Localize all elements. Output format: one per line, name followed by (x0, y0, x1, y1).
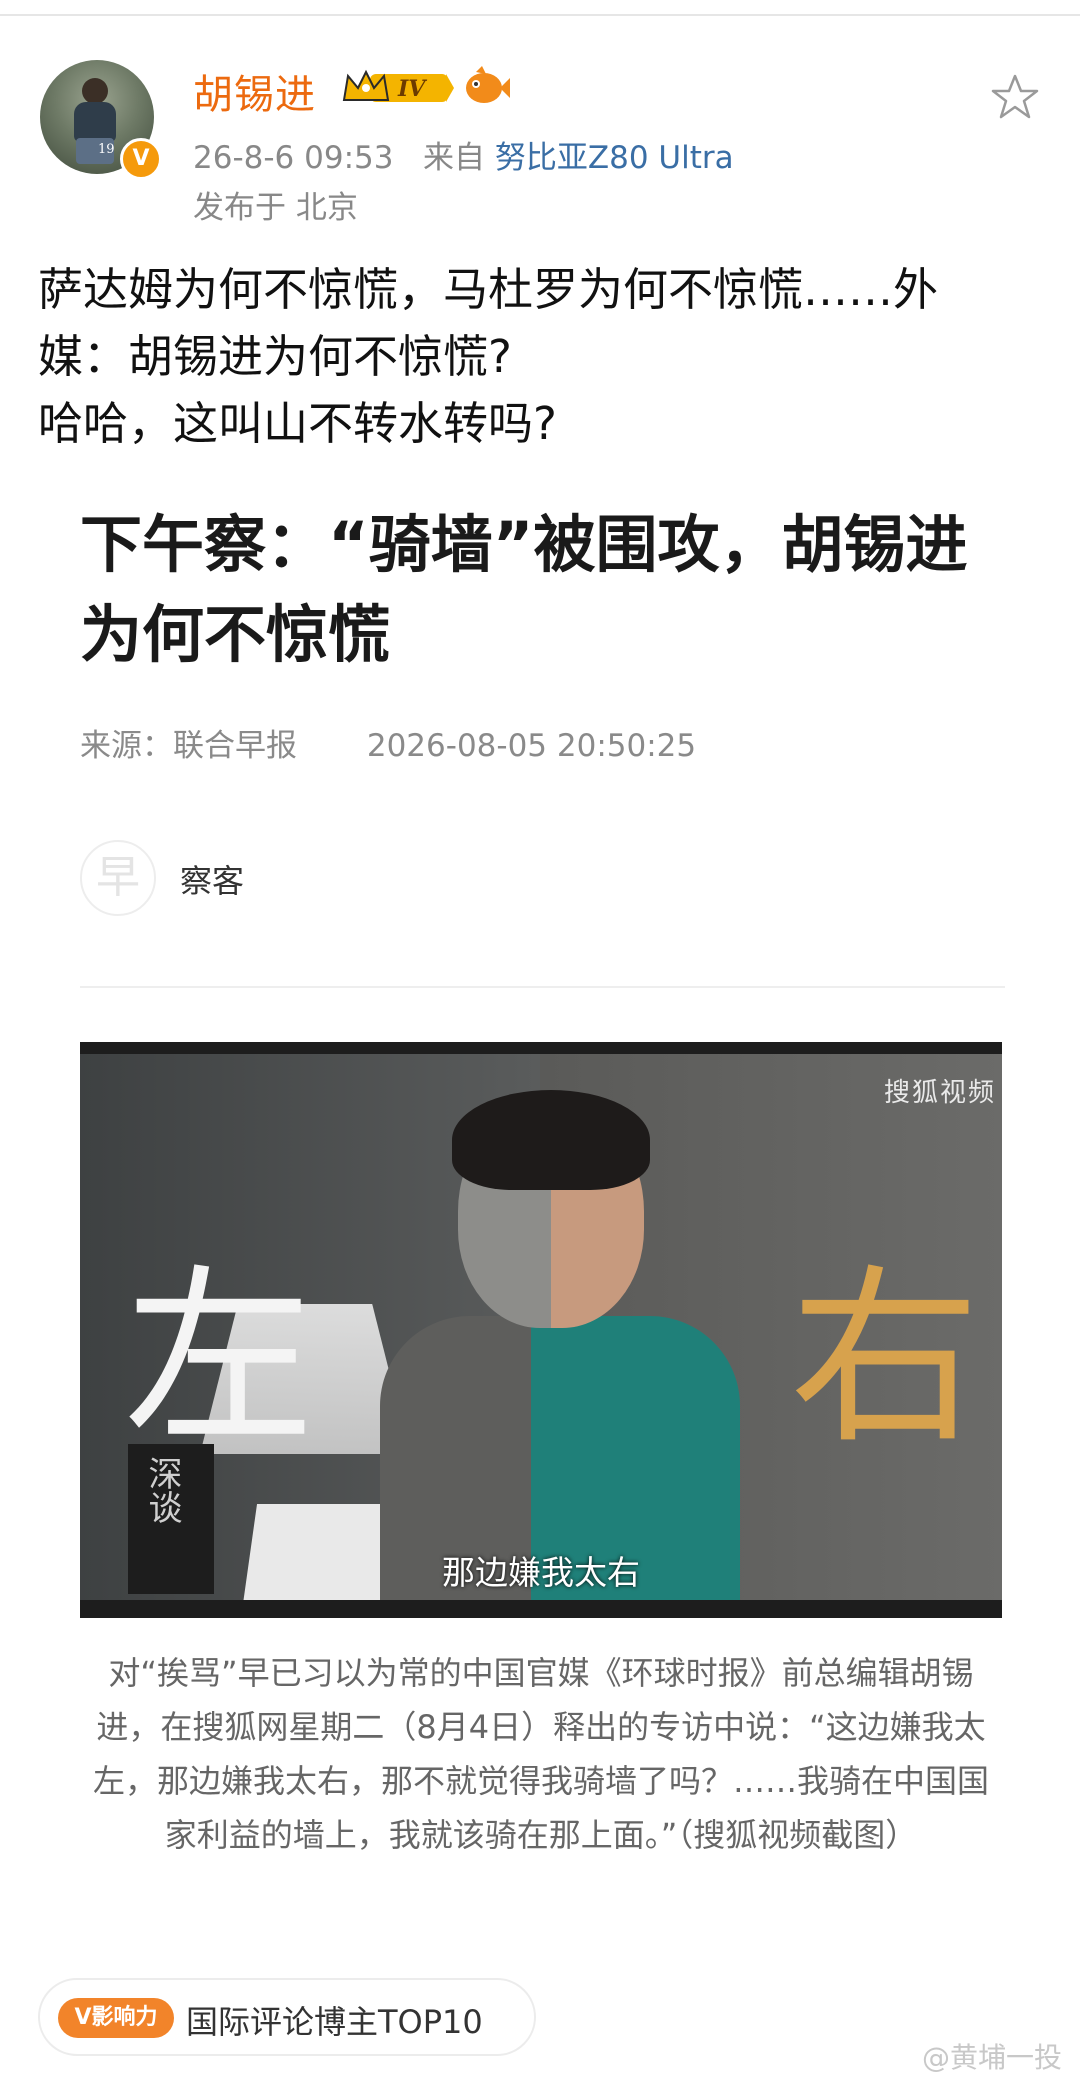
crown-badge-icon[interactable]: IV (340, 66, 454, 108)
shared-article-card[interactable]: 下午察：“骑墙”被围攻，胡锡进 为何不惊慌 来源：联合早报 2026-08-05… (38, 470, 1046, 1950)
video-char-left: 左 (124, 1248, 315, 1469)
post-text: 萨达姆为何不惊慌，马杜罗为何不惊慌……外 媒：胡锡进为何不惊慌? 哈哈，这叫山不… (38, 256, 1048, 457)
avatar-stamp: 19 (98, 142, 115, 157)
star-icon[interactable] (990, 72, 1040, 122)
article-datetime: 2026-08-05 20:50:25 (366, 728, 697, 764)
article-title: 下午察：“骑墙”被围攻，胡锡进 为何不惊慌 (80, 500, 1010, 680)
post-meta: 26-8-6 09:53 来自 努比亚Z80 Ultra (193, 132, 734, 177)
fish-icon[interactable] (462, 66, 510, 108)
video-screenshot[interactable]: 深谈 左 右 搜狐视频 那边嫌我太右 (80, 1042, 1002, 1618)
avatar-figure-head (82, 78, 108, 104)
person-hair (452, 1090, 650, 1190)
post-text-line: 媒：胡锡进为何不惊慌? (38, 330, 512, 383)
post-time: 26-8-6 09:53 (193, 140, 394, 176)
article-title-line: 下午察：“骑墙”被围攻，胡锡进 (80, 508, 968, 581)
article-source: 来源：联合早报 2026-08-05 20:50:25 (80, 720, 696, 765)
verified-icon: V (120, 138, 162, 180)
article-title-line: 为何不惊慌 (80, 598, 391, 671)
zaobao-logo: 早 (80, 840, 156, 916)
video-subtitle: 那边嫌我太右 (442, 1553, 640, 1592)
weibo-watermark: @黄埔一投 (921, 2041, 1062, 2074)
article-divider (80, 986, 1005, 988)
influence-tag[interactable]: V影响力 国际评论博主TOP10 (38, 1978, 536, 2056)
video-watermark: 搜狐视频 (883, 1078, 996, 1108)
article-author[interactable]: 察客 (180, 856, 244, 902)
post-text-line: 哈哈，这叫山不转水转吗? (38, 397, 557, 450)
influence-pill: V影响力 (58, 1998, 174, 2038)
influence-text: 国际评论博主TOP10 (186, 2003, 483, 2041)
device-link[interactable]: 努比亚Z80 Ultra (495, 140, 734, 176)
article-source-label: 来源：联合早报 (80, 728, 297, 764)
level-badge-text: IV (397, 76, 427, 102)
image-caption: 对“挨骂”早已习以为常的中国官媒《环球时报》前总编辑胡锡进，在搜狐网星期二（8月… (92, 1654, 989, 1854)
post-text-line: 萨达姆为何不惊慌，马杜罗为何不惊慌……外 (38, 263, 939, 316)
top-divider (0, 14, 1080, 16)
username[interactable]: 胡锡进 (193, 62, 316, 120)
post-location: 发布于 北京 (193, 190, 358, 226)
from-label: 来自 (423, 140, 486, 176)
video-char-right: 右 (790, 1248, 981, 1469)
avatar-figure-body (74, 102, 116, 142)
